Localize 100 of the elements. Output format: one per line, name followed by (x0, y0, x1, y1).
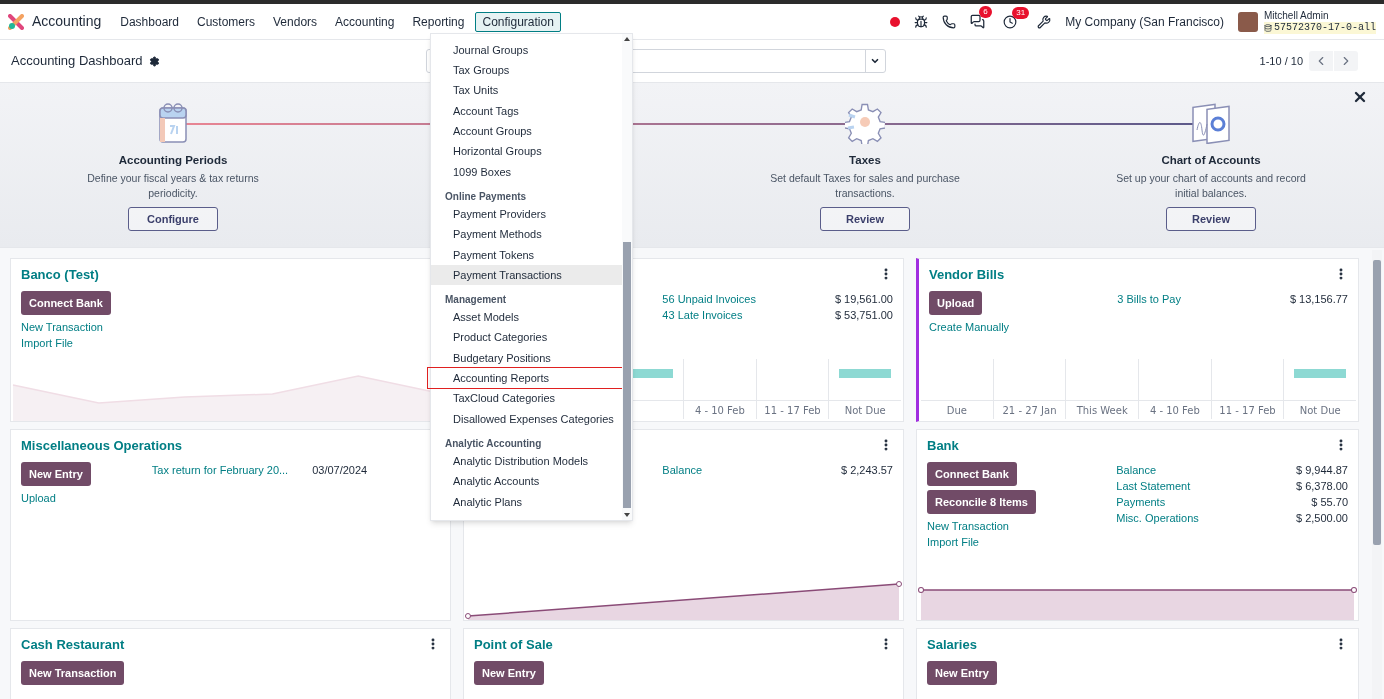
action-link[interactable]: Upload (21, 490, 56, 506)
chat-icon[interactable] (970, 14, 986, 29)
card-title[interactable]: Vendor Bills (929, 265, 1005, 285)
menu-tab[interactable]: Vendors (266, 11, 325, 32)
card-title[interactable]: Banco (Test) (21, 265, 99, 285)
stat-amount: $ 9,944.87 (1296, 463, 1348, 478)
stat-amount: $ 53,751.00 (834, 308, 893, 323)
scroll-up-arrow-icon[interactable] (624, 37, 630, 41)
stat-link[interactable]: 3 Bills to Pay (1117, 291, 1181, 307)
company-switcher[interactable]: My Company (San Francisco) (1065, 12, 1224, 31)
axis-label: 11 - 17 Feb (764, 403, 821, 418)
stat-amount: $ 55.70 (1311, 495, 1348, 510)
menu-item[interactable]: Payment Methods (431, 224, 622, 245)
stat-amount: $ 2,500.00 (1296, 511, 1348, 526)
menu-tab[interactable]: Dashboard (113, 11, 186, 32)
stat-amount: $ 13,156.77 (1289, 292, 1348, 307)
app-logo-icon (8, 13, 24, 30)
step-description: Set up your chart of accounts and record initial balances. (1115, 171, 1307, 202)
axis-label: 11 - 17 Feb (1219, 403, 1276, 418)
calendar-icon (158, 100, 188, 144)
action-button[interactable]: Connect Bank (927, 462, 1017, 486)
stat-link[interactable]: Balance (1116, 462, 1157, 478)
bar (1294, 369, 1346, 378)
menu-item[interactable]: Payment Providers (431, 204, 622, 225)
menu-item[interactable]: Journal Groups (431, 40, 622, 61)
bar (839, 369, 891, 378)
action-button[interactable]: New Entry (21, 462, 91, 486)
notification-badge: 6 (979, 6, 992, 18)
stat-link[interactable]: 43 Late Invoices (662, 307, 743, 323)
user-name[interactable]: Mitchell Admin (1263, 9, 1376, 22)
menu-item[interactable]: Account Groups (431, 121, 622, 142)
clock-icon[interactable] (1003, 14, 1018, 29)
menu-item[interactable]: Horizontal Groups (431, 141, 622, 162)
menu-item[interactable]: Product Categories (431, 327, 622, 348)
action-button[interactable]: Reconcile 8 Items (927, 490, 1036, 514)
card-title[interactable]: Salaries (927, 635, 977, 655)
axis-label: 21 - 27 Jan (1002, 403, 1057, 418)
next-button[interactable] (1334, 51, 1358, 71)
stat-link[interactable]: Payments (1116, 494, 1166, 510)
menu-item[interactable]: Analytic Accounts (431, 471, 622, 492)
card-title[interactable]: Point of Sale (474, 635, 553, 655)
axis-label: Not Due (1299, 403, 1341, 418)
menu-item[interactable]: Payment Tokens (431, 244, 622, 265)
close-icon[interactable] (1352, 89, 1368, 105)
menu-item[interactable]: Budgetary Positions (431, 347, 622, 369)
menu-tab[interactable]: Customers (190, 11, 262, 32)
stat-link[interactable]: Misc. Operations (1116, 510, 1199, 526)
step-button[interactable]: Configure (128, 207, 218, 232)
menu-item[interactable]: 1099 Boxes (431, 161, 622, 183)
stat-link[interactable]: 56 Unpaid Invoices (662, 291, 756, 307)
menu-item[interactable]: TaxCloud Categories (431, 388, 622, 409)
database-icon (1263, 23, 1272, 32)
step-button[interactable]: Review (1166, 207, 1256, 232)
menu-item[interactable]: Accounting Reports (428, 368, 622, 389)
menu-tab[interactable]: Configuration (475, 11, 561, 32)
menu-scrollbar[interactable] (622, 34, 632, 520)
previous-button[interactable] (1309, 51, 1333, 71)
step-title: Taxes (849, 153, 881, 168)
stat-link[interactable]: Last Statement (1116, 478, 1191, 494)
action-button[interactable]: Upload (929, 291, 983, 315)
menu-item[interactable]: Tax Groups (431, 60, 622, 81)
action-link[interactable]: Create Manually (929, 319, 1010, 335)
menu-item[interactable]: Disallowed Expenses Categories (431, 408, 622, 430)
action-link[interactable]: Import File (21, 335, 73, 351)
action-link[interactable]: New Transaction (21, 319, 103, 335)
menu-section-heading: Management (444, 293, 508, 308)
menu-item[interactable]: Analytic Plans (431, 491, 622, 512)
axis-label: This Week (1076, 403, 1128, 418)
action-button[interactable]: New Entry (927, 661, 997, 685)
menu-item[interactable]: Account Tags (431, 100, 622, 122)
stat-link[interactable]: Balance (662, 462, 703, 478)
action-link[interactable]: Import File (927, 534, 979, 550)
step-title: Chart of Accounts (1161, 153, 1261, 168)
entry-date: 03/07/2024 (312, 463, 368, 478)
menu-item[interactable]: Tax Units (431, 80, 622, 101)
step-button[interactable]: Review (820, 207, 910, 232)
entry-link[interactable]: Tax return for February 20... (151, 462, 289, 478)
card-title[interactable]: Bank (927, 436, 959, 456)
action-button[interactable]: Connect Bank (21, 291, 111, 315)
menu-item[interactable]: Analytic Distribution Models (431, 451, 622, 472)
menu-tab[interactable]: Accounting (328, 11, 402, 32)
phone-icon[interactable] (942, 14, 957, 29)
stat-amount: $ 6,378.00 (1296, 479, 1348, 494)
action-button[interactable]: New Entry (474, 661, 544, 685)
axis-label: 4 - 10 Feb (1149, 403, 1200, 418)
action-button[interactable]: New Transaction (21, 661, 125, 685)
action-link[interactable]: New Transaction (927, 518, 1009, 534)
page-scrollbar[interactable] (1372, 250, 1382, 699)
menu-item[interactable]: Payment Transactions (431, 264, 622, 286)
card-title[interactable]: Cash Restaurant (21, 635, 125, 655)
menu-section-heading: Analytic Accounting (444, 437, 543, 452)
bug-icon[interactable] (914, 14, 929, 29)
avatar[interactable] (1237, 11, 1258, 32)
app-name[interactable]: Accounting (32, 11, 102, 32)
scroll-down-arrow-icon[interactable] (624, 513, 630, 517)
wrench-icon[interactable] (1037, 14, 1052, 29)
gear-icon[interactable] (148, 55, 160, 67)
card-title[interactable]: Miscellaneous Operations (21, 436, 183, 456)
menu-item[interactable]: Asset Models (431, 307, 622, 328)
menu-tab[interactable]: Reporting (405, 11, 472, 32)
